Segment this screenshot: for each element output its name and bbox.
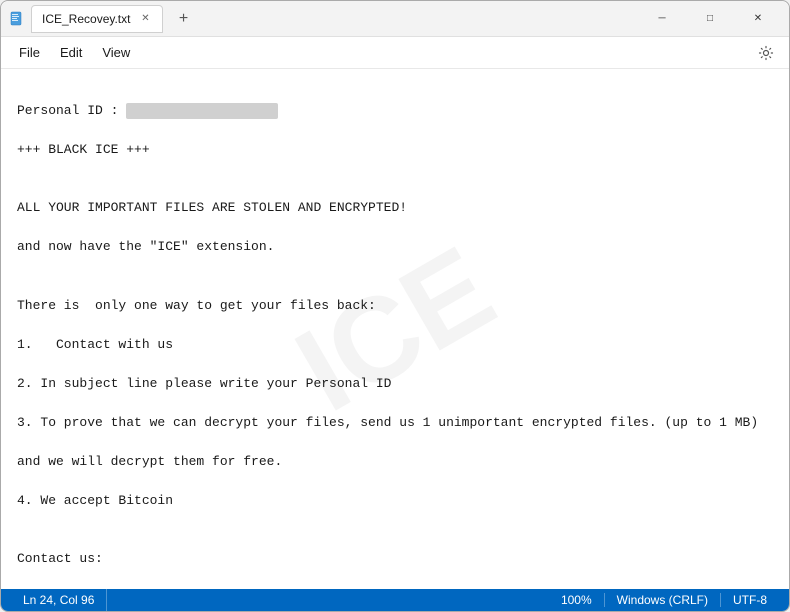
line4: 1. Contact with us xyxy=(17,337,173,352)
settings-button[interactable] xyxy=(751,38,781,68)
line5: 2. In subject line please write your Per… xyxy=(17,376,391,391)
tab-close-button[interactable]: ✕ xyxy=(138,12,152,26)
line7: and we will decrypt them for free. xyxy=(17,454,282,469)
status-bar-right: 100% Windows (CRLF) UTF-8 xyxy=(549,593,779,607)
main-window: ICE_Recovey.txt ✕ + ─ □ ✕ File Edit View… xyxy=(0,0,790,612)
window-controls: ─ □ ✕ xyxy=(639,3,781,35)
zoom-level[interactable]: 100% xyxy=(549,593,605,607)
line8: 4. We accept Bitcoin xyxy=(17,493,173,508)
line1: ALL YOUR IMPORTANT FILES ARE STOLEN AND … xyxy=(17,200,407,215)
document-text: Personal ID : ████████████████████ +++ B… xyxy=(17,81,773,589)
line6: 3. To prove that we can decrypt your fil… xyxy=(17,415,758,430)
menu-bar-right xyxy=(751,38,781,68)
gear-icon xyxy=(758,45,774,61)
maximize-button[interactable]: □ xyxy=(687,3,733,35)
close-button[interactable]: ✕ xyxy=(735,3,781,35)
title-bar-left: ICE_Recovey.txt ✕ + xyxy=(9,5,639,33)
personal-id-row: Personal ID : ████████████████████ xyxy=(17,103,278,118)
personal-id-value: ████████████████████ xyxy=(126,103,278,119)
encoding[interactable]: UTF-8 xyxy=(721,593,779,607)
active-tab[interactable]: ICE_Recovey.txt ✕ xyxy=(31,5,163,33)
app-icon xyxy=(9,11,25,27)
new-tab-button[interactable]: + xyxy=(169,5,197,33)
line-ending[interactable]: Windows (CRLF) xyxy=(605,593,721,607)
line3: There is only one way to get your files … xyxy=(17,298,376,313)
menu-file[interactable]: File xyxy=(9,41,50,64)
line2: and now have the "ICE" extension. xyxy=(17,239,274,254)
cursor-position: Ln 24, Col 96 xyxy=(11,589,107,611)
tab-title: ICE_Recovey.txt xyxy=(42,12,130,26)
menu-bar: File Edit View xyxy=(1,37,789,69)
title-bar: ICE_Recovey.txt ✕ + ─ □ ✕ xyxy=(1,1,789,37)
menu-view[interactable]: View xyxy=(92,41,140,64)
menu-edit[interactable]: Edit xyxy=(50,41,92,64)
contact-label: Contact us: xyxy=(17,551,103,566)
text-editor-content[interactable]: ICE Personal ID : ████████████████████ +… xyxy=(1,69,789,589)
personal-id-label: Personal ID : xyxy=(17,103,118,118)
status-bar: Ln 24, Col 96 100% Windows (CRLF) UTF-8 xyxy=(1,589,789,611)
minimize-button[interactable]: ─ xyxy=(639,3,685,35)
header-line: +++ BLACK ICE +++ xyxy=(17,142,150,157)
